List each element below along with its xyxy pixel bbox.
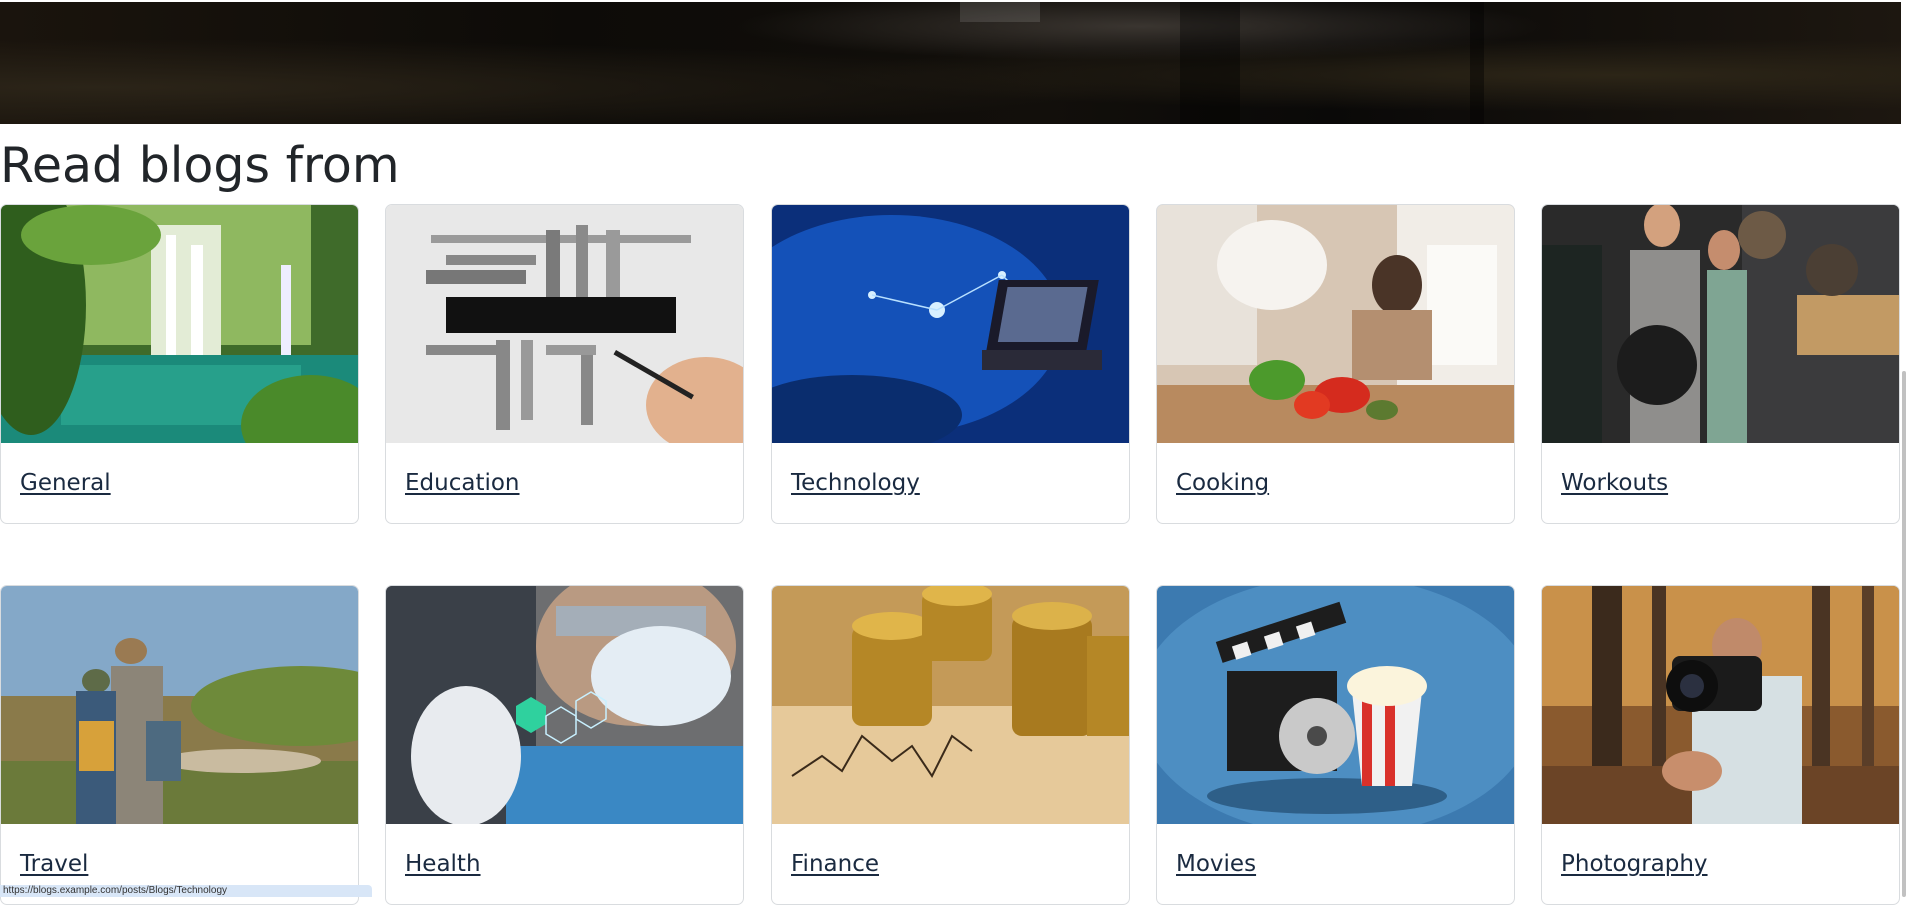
category-link-travel[interactable]: Travel [20, 851, 88, 877]
woman-cooking-kitchen-image [1157, 205, 1514, 443]
technology-network-laptop-image [772, 205, 1129, 443]
photographer-camera-forest-image [1542, 586, 1899, 824]
couple-gym-weights-image [1542, 205, 1899, 443]
category-card-travel[interactable]: Travel [0, 585, 359, 905]
category-card-technology[interactable]: Technology [771, 204, 1130, 524]
hikers-binoculars-image [1, 586, 358, 824]
category-link-workouts[interactable]: Workouts [1561, 470, 1668, 496]
waterfall-forest-image [1, 205, 358, 443]
gold-coins-chart-image [772, 586, 1129, 824]
category-link-health[interactable]: Health [405, 851, 481, 877]
scrollbar-thumb[interactable] [1902, 371, 1906, 897]
clapperboard-popcorn-image [1157, 586, 1514, 824]
category-link-movies[interactable]: Movies [1176, 851, 1256, 877]
category-card-health[interactable]: Health [385, 585, 744, 905]
category-card-education[interactable]: Education [385, 204, 744, 524]
category-link-finance[interactable]: Finance [791, 851, 879, 877]
category-card-photography[interactable]: Photography [1541, 585, 1900, 905]
browser-status-bar: https://blogs.example.com/posts/Blogs/Te… [0, 885, 372, 897]
category-card-finance[interactable]: Finance [771, 585, 1130, 905]
category-card-general[interactable]: General [0, 204, 359, 524]
status-bar-url: https://blogs.example.com/posts/Blogs/Te… [3, 885, 228, 896]
category-card-cooking[interactable]: Cooking [1156, 204, 1515, 524]
category-link-general[interactable]: General [20, 470, 111, 496]
category-link-education[interactable]: Education [405, 470, 520, 496]
doctor-medical-hexagons-image [386, 586, 743, 824]
education-word-cloud-image [386, 205, 743, 443]
category-card-workouts[interactable]: Workouts [1541, 204, 1900, 524]
category-link-cooking[interactable]: Cooking [1176, 470, 1269, 496]
category-card-movies[interactable]: Movies [1156, 585, 1515, 905]
category-link-technology[interactable]: Technology [791, 470, 920, 496]
page-title: Read blogs from [0, 137, 400, 194]
hero-banner-image [0, 2, 1901, 124]
category-link-photography[interactable]: Photography [1561, 851, 1708, 877]
